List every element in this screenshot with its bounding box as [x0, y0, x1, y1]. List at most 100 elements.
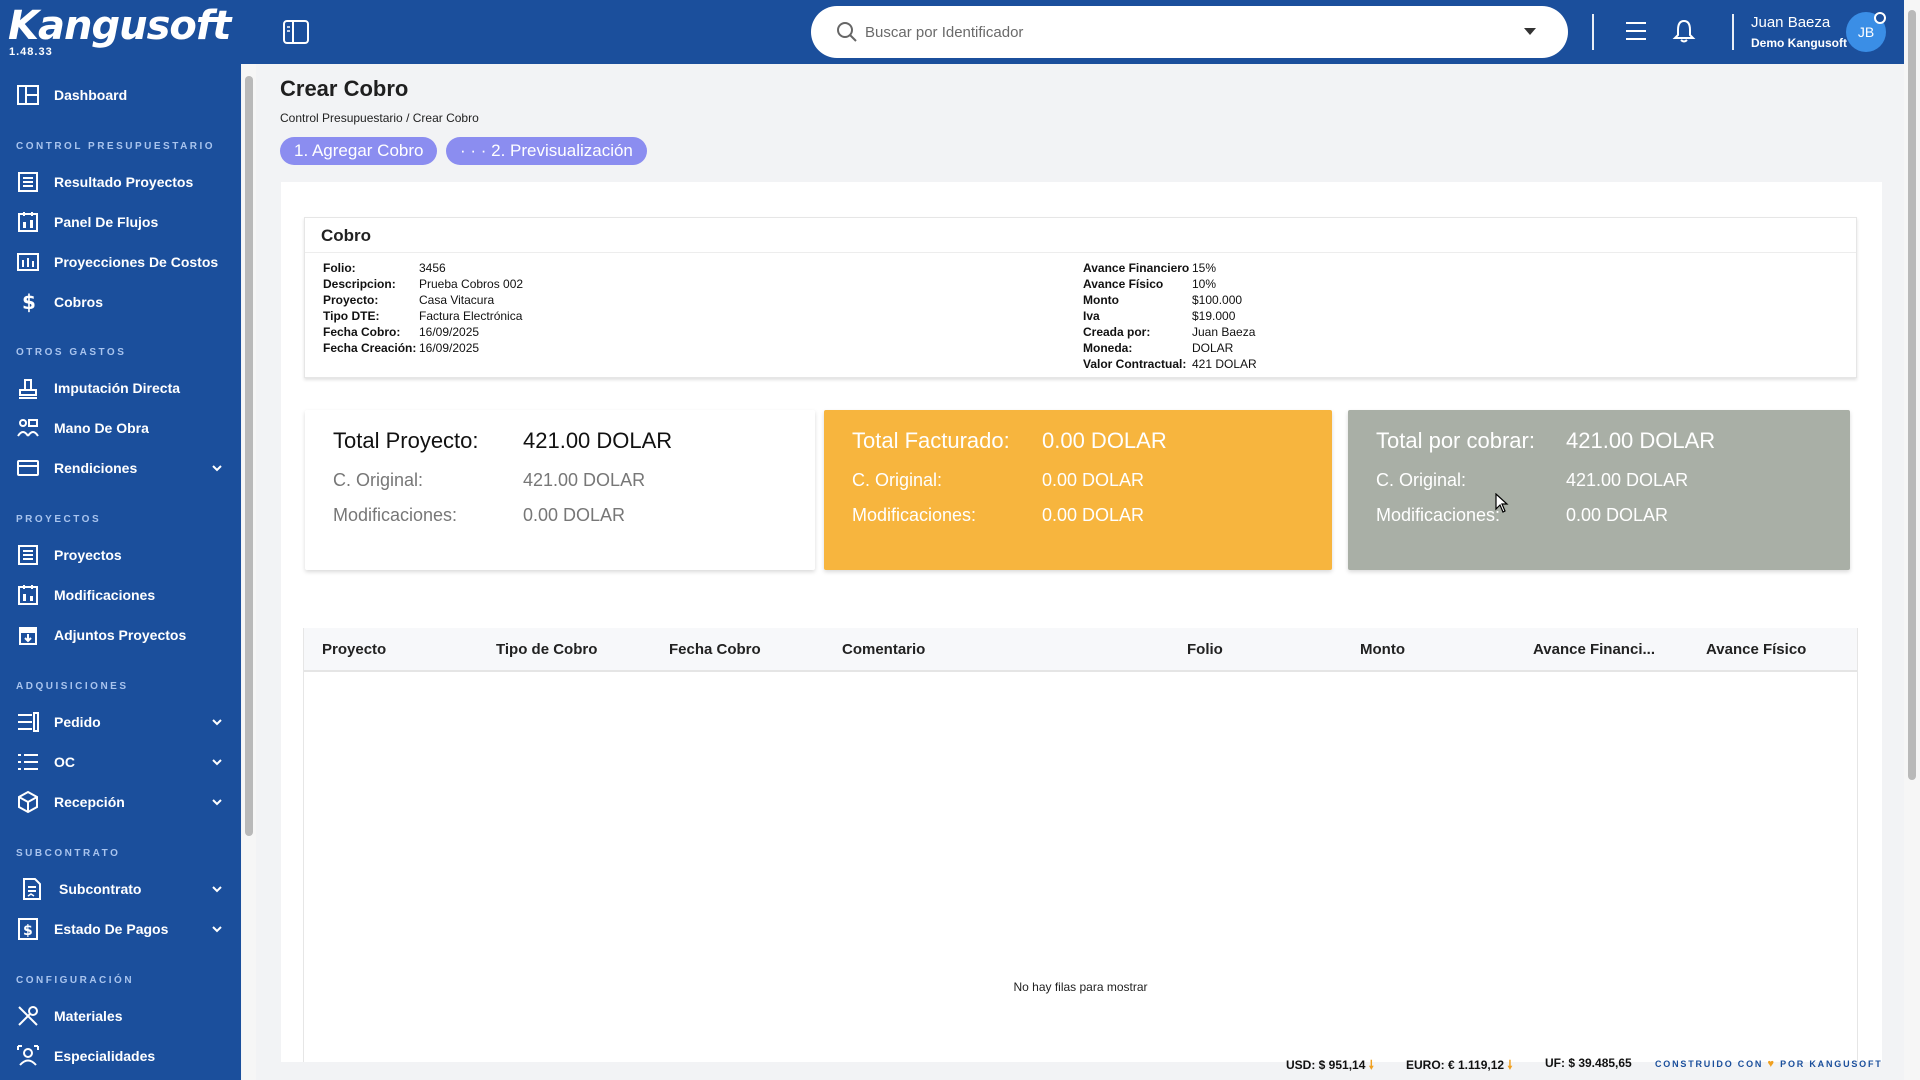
field-value: $100.000	[1192, 293, 1243, 307]
built-with-text: CONSTRUIDO CON	[1655, 1059, 1764, 1069]
sidebar: Dashboard CONTROL PRESUPUESTARIO Resulta…	[0, 64, 241, 1080]
cobro-details-card: Cobro Folio: 3456 Descripcion: Prueba Cobr…	[304, 217, 1857, 378]
sidebar-item-panel-flujos[interactable]: Panel De Flujos	[0, 204, 241, 240]
arrow-down-icon: 🠗	[1368, 1058, 1374, 1072]
sidebar-item-label: Adjuntos Proyectos	[54, 627, 187, 643]
contract-icon	[23, 878, 41, 900]
sidebar-item-rendiciones[interactable]: Rendiciones	[0, 450, 241, 486]
section-control-presupuestario: CONTROL PRESUPUESTARIO	[16, 141, 216, 152]
field-value: Prueba Cobros 002	[419, 277, 524, 291]
sidebar-item-label: Pedido	[54, 714, 101, 730]
section-subcontrato: SUBCONTRATO	[16, 848, 121, 859]
summary-title: Total Facturado:	[852, 428, 1010, 453]
summary-original-value: 421.00 DOLAR	[523, 470, 646, 490]
search-bar[interactable]	[811, 6, 1568, 58]
column-header-fecha-cobro[interactable]: Fecha Cobro	[669, 641, 761, 658]
uf-rate-value: UF: $ 39.485,65	[1545, 1056, 1632, 1070]
field-label: Fecha Creación:	[323, 341, 417, 355]
svg-text:$: $	[23, 923, 33, 939]
scrollbar-thumb[interactable]	[245, 76, 253, 836]
sidebar-item-mano-obra[interactable]: Mano De Obra	[0, 410, 241, 446]
column-header-monto[interactable]: Monto	[1360, 641, 1405, 658]
sidebar-item-especialidades[interactable]: Especialidades	[0, 1038, 241, 1074]
step-agregar-cobro[interactable]: 1. Agregar Cobro	[280, 137, 438, 165]
sidebar-item-materiales[interactable]: Materiales	[0, 998, 241, 1034]
field-label: Creada por:	[1083, 325, 1151, 339]
summary-modificaciones-label: Modificaciones:	[333, 505, 458, 525]
summary-card-total-proyecto: Total Proyecto: 421.00 DOLAR C. Original…	[305, 410, 815, 570]
column-header-tipo-cobro[interactable]: Tipo de Cobro	[496, 641, 597, 658]
cost-projection-icon	[17, 253, 39, 271]
app-version: 1.48.33	[9, 46, 53, 58]
sidebar-item-oc[interactable]: OC	[0, 744, 241, 780]
mouse-cursor-icon	[1495, 493, 1509, 513]
page-scrollbar[interactable]	[1904, 0, 1920, 1080]
user-name[interactable]: Juan Baeza	[1751, 14, 1830, 31]
column-header-comentario[interactable]: Comentario	[842, 641, 925, 658]
sidebar-toggle-icon[interactable]	[282, 19, 310, 45]
payment-status-icon: $	[18, 918, 38, 940]
column-header-avance-financiero[interactable]: Avance Financi...	[1533, 641, 1655, 658]
sidebar-item-imputacion-directa[interactable]: Imputación Directa	[0, 370, 241, 406]
page-title: Crear Cobro	[280, 76, 409, 101]
calendar-chart-icon	[18, 212, 38, 232]
brand-logo[interactable]: Kangusoft 1.48.33	[8, 2, 231, 58]
sidebar-item-label: Cobros	[54, 294, 103, 310]
notification-bell-icon[interactable]	[1671, 18, 1697, 44]
column-header-avance-fisico[interactable]: Avance Físico	[1706, 641, 1806, 658]
chevron-down-icon	[212, 465, 222, 472]
summary-title: Total por cobrar:	[1376, 428, 1535, 453]
usd-rate-value: USD: $ 951,14	[1286, 1058, 1366, 1072]
summary-original-label: C. Original:	[333, 470, 424, 490]
step-previsualizacion[interactable]: · · · 2. Previsualización	[446, 137, 647, 165]
top-bar: Kangusoft 1.48.33 Juan Baeza Demo Kangus…	[0, 0, 1920, 64]
sidebar-item-label: Dashboard	[54, 87, 128, 103]
field-value: 10%	[1192, 277, 1217, 291]
field-label: Valor Contractual:	[1083, 357, 1187, 371]
summary-modificaciones-value: 0.00 DOLAR	[523, 505, 626, 525]
sidebar-item-modificaciones[interactable]: Modificaciones	[0, 577, 241, 613]
breadcrumb[interactable]: Control Presupuestario / Crear Cobro	[280, 111, 479, 125]
sidebar-item-estado-pagos[interactable]: $ Estado De Pagos	[0, 911, 241, 947]
sidebar-item-label: OC	[54, 754, 75, 770]
sidebar-item-label: Subcontrato	[59, 881, 142, 897]
divider	[305, 252, 1856, 253]
summary-total: 421.00 DOLAR	[1566, 428, 1716, 453]
sidebar-item-label: Modificaciones	[54, 587, 156, 603]
sidebar-item-pedido[interactable]: Pedido	[0, 704, 241, 740]
sidebar-item-adjuntos-proyectos[interactable]: Adjuntos Proyectos	[0, 617, 241, 653]
arrow-down-icon: 🠗	[1507, 1058, 1513, 1072]
sidebar-item-subcontrato[interactable]: Subcontrato	[0, 871, 241, 907]
summary-total: 421.00 DOLAR	[523, 428, 673, 453]
sidebar-item-resultado-proyectos[interactable]: Resultado Proyectos	[0, 164, 241, 200]
column-header-folio[interactable]: Folio	[1187, 641, 1223, 658]
checklist-icon	[18, 754, 38, 770]
cobros-table: Proyecto Tipo de Cobro Fecha Cobro Comen…	[303, 628, 1858, 1062]
scrollbar-thumb[interactable]	[1908, 10, 1916, 780]
euro-rate: EURO: € 1.119,12 🠗	[1406, 1056, 1513, 1077]
sidebar-item-label: Resultado Proyectos	[54, 174, 194, 190]
search-dropdown-icon[interactable]	[1524, 28, 1536, 35]
sidebar-item-recepcion[interactable]: Recepción	[0, 784, 241, 820]
field-value: $19.000	[1192, 309, 1236, 323]
card-icon	[17, 460, 39, 476]
summary-original-label: C. Original:	[1376, 470, 1467, 490]
column-header-proyecto[interactable]: Proyecto	[322, 641, 386, 658]
summary-original-value: 0.00 DOLAR	[1042, 470, 1145, 490]
sidebar-scrollbar[interactable]	[242, 64, 256, 1080]
menu-icon[interactable]	[1624, 20, 1648, 42]
summary-original-label: C. Original:	[852, 470, 943, 490]
search-input[interactable]	[865, 23, 1505, 41]
sidebar-item-dashboard[interactable]: Dashboard	[0, 77, 241, 113]
field-value: 16/09/2025	[419, 325, 480, 339]
section-configuracion: CONFIGURACIÓN	[16, 975, 135, 986]
summary-modificaciones-value: 0.00 DOLAR	[1566, 505, 1669, 525]
sidebar-item-label: Recepción	[54, 794, 125, 810]
status-dot	[1874, 12, 1886, 24]
sidebar-item-cobros[interactable]: $ Cobros	[0, 284, 241, 320]
field-label: Proyecto:	[323, 293, 379, 307]
sidebar-item-proyectos[interactable]: Proyectos	[0, 537, 241, 573]
field-value: Casa Vitacura	[419, 293, 495, 307]
svg-text:$: $	[22, 290, 36, 314]
sidebar-item-proyecciones-costos[interactable]: Proyecciones De Costos	[0, 244, 241, 280]
